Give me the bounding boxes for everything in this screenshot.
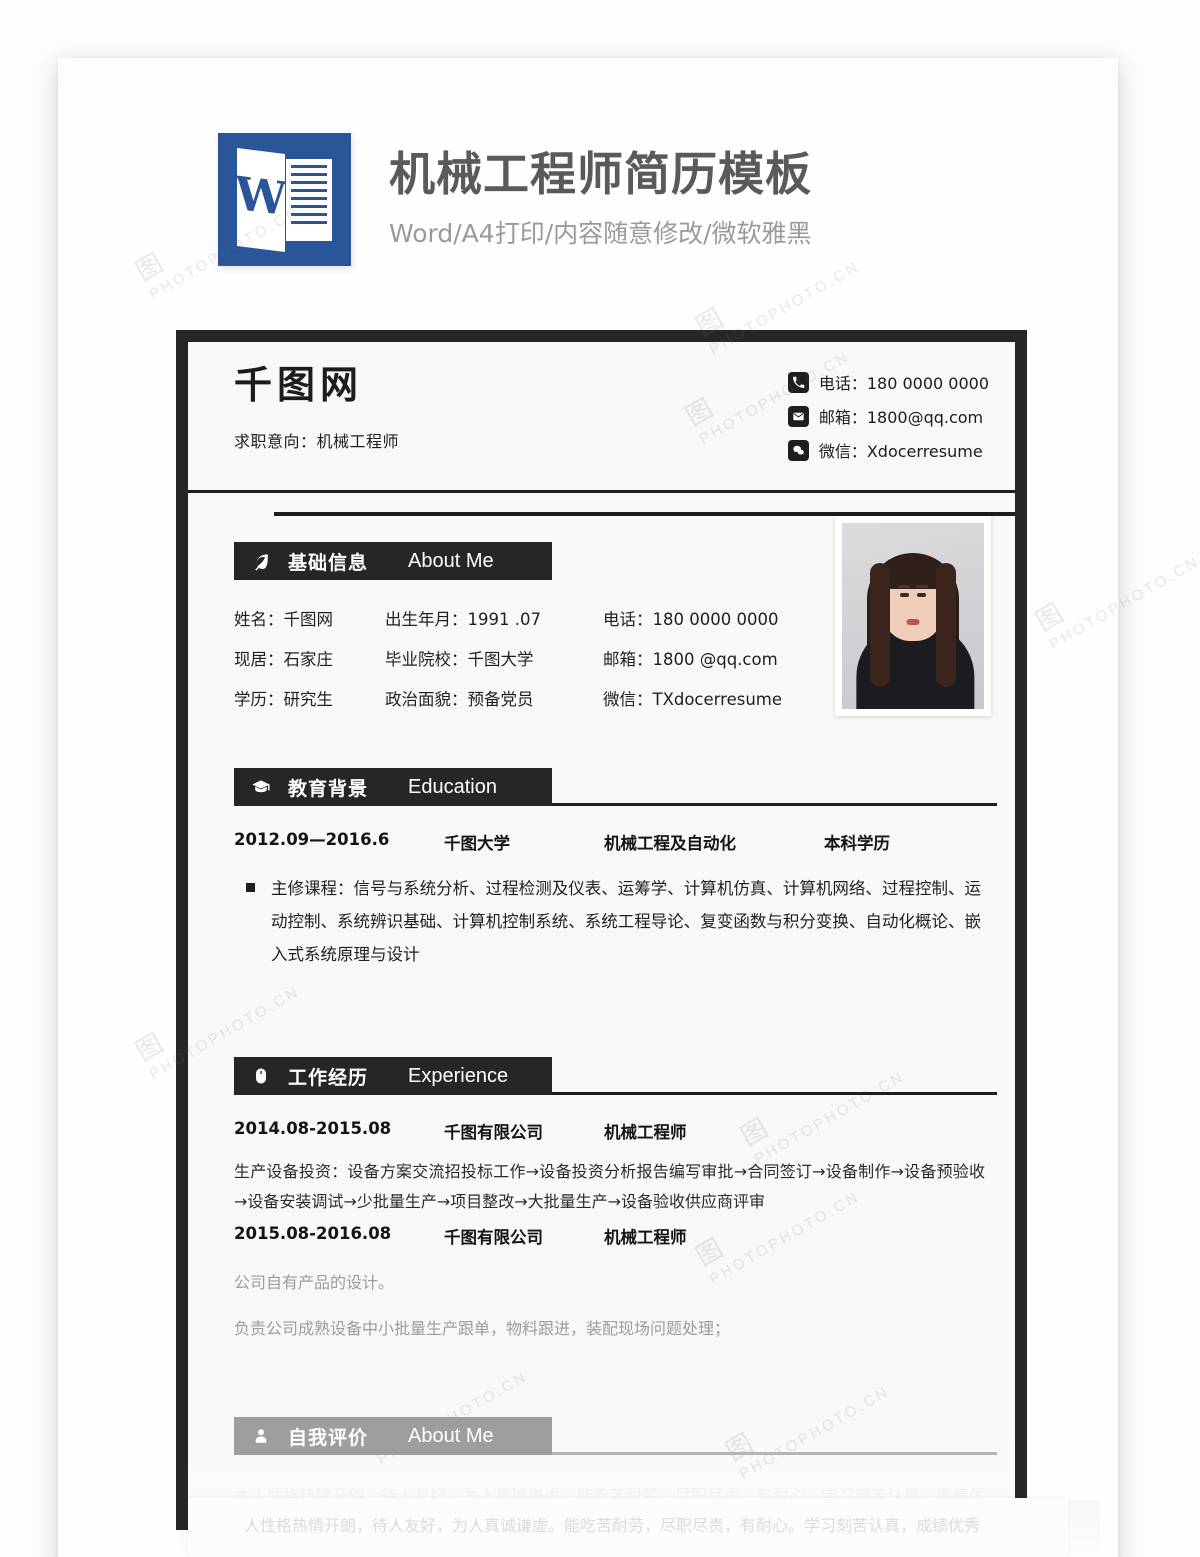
header-divider [188, 490, 1015, 493]
basics-column-3: 电话：180 0000 0000 邮箱：1800 @qq.com 微信：TXdo… [603, 606, 782, 726]
avatar [835, 516, 991, 716]
education-major: 机械工程及自动化 [604, 834, 736, 853]
section-basics-title-cn: 基础信息 [288, 551, 369, 574]
word-icon-letter: W [235, 165, 287, 227]
envelope-icon [787, 405, 809, 427]
section-experience-title-cn: 工作经历 [288, 1066, 369, 1089]
basics-field-phone: 电话：180 0000 0000 [602, 610, 779, 629]
leaf-icon [248, 552, 274, 571]
basics-field-school: 毕业院校：千图大学 [385, 650, 534, 669]
screenshot-canvas: W 机械工程师简历模板 Word/A4打印/内容随意修改/微软雅黑 千图网 求职… [0, 0, 1200, 1557]
basics-field-degree: 学历：研究生 [234, 690, 333, 709]
word-icon-page-right [286, 159, 332, 241]
page-title: 机械工程师简历模板 [389, 147, 812, 202]
section-self-eval-title-cn: 自我评价 [288, 1426, 369, 1449]
experience-2-company: 千图有限公司 [444, 1228, 543, 1248]
basics-field-political: 政治面貌：预备党员 [385, 690, 534, 709]
section-experience: 工作经历 Experience 2014.08-2015.08 千图有限公司 机… [188, 1057, 1015, 1343]
photo-eye-right [917, 593, 926, 597]
contact-list: 电话：180 0000 0000 邮箱：1800@qq.com 微信：Xdoce… [787, 366, 989, 472]
basics-field-birthdate: 出生年月：1991 .07 [385, 610, 541, 629]
wechat-icon [787, 439, 809, 461]
contact-phone-text: 电话：180 0000 0000 [818, 374, 989, 393]
education-degree: 本科学历 [824, 834, 890, 853]
photo-hair-left [870, 563, 890, 687]
next-page-preview: 人性格热情开朗，待人友好，为人真诚谦虚。能吃苦耐劳，尽职尽责，有耐心。学习刻苦认… [188, 1498, 1068, 1557]
section-education: 教育背景 Education 2012.09—2016.6 千图大学 机械工程及… [188, 768, 1015, 971]
section-education-title-cn: 教育背景 [288, 777, 369, 800]
experience-2-period: 2015.08-2016.08 [234, 1224, 392, 1244]
experience-2-role: 机械工程师 [604, 1228, 687, 1248]
photo-eye-left [900, 593, 909, 597]
section-experience-title-en: Experience [408, 1064, 509, 1087]
contact-item-wechat: 微信：Xdocerresume [787, 438, 989, 462]
resume-header: 千图网 求职意向：机械工程师 电话：180 0000 0000 邮箱：1800@… [188, 342, 1015, 490]
experience-1-role: 机械工程师 [604, 1123, 687, 1142]
list-item: 主修课程：信号与系统分析、过程检测及仪表、运筹学、计算机仿真、计算机网络、过程控… [246, 872, 981, 971]
next-page-text: 人性格热情开朗，待人友好，为人真诚谦虚。能吃苦耐劳，尽职尽责，有耐心。学习刻苦认… [244, 1516, 981, 1535]
photo-brow-right [916, 585, 928, 588]
education-entry-row: 2012.09—2016.6 千图大学 机械工程及自动化 本科学历 [188, 806, 1015, 854]
education-courses-text: 主修课程：信号与系统分析、过程检测及仪表、运筹学、计算机仿真、计算机网络、过程控… [271, 879, 981, 964]
section-experience-bar: 工作经历 Experience [234, 1057, 552, 1095]
word-document-icon: W [218, 133, 351, 266]
section-education-title-en: Education [408, 775, 497, 798]
resume-document: 千图网 求职意向：机械工程师 电话：180 0000 0000 邮箱：1800@… [176, 330, 1027, 1530]
bullet-square-icon [246, 883, 255, 892]
experience-1-company: 千图有限公司 [444, 1123, 543, 1142]
experience-entry-row-1: 2014.08-2015.08 千图有限公司 机械工程师 [188, 1095, 1015, 1143]
experience-2-description-line-1: 公司自有产品的设计。 [234, 1273, 395, 1293]
candidate-photo [842, 523, 984, 709]
education-period: 2012.09—2016.6 [234, 830, 390, 849]
section-education-bar: 教育背景 Education [234, 768, 552, 806]
basics-field-name: 姓名：千图网 [234, 610, 333, 629]
basics-column-1: 姓名：千图网 现居：石家庄 学历：研究生 [234, 606, 333, 726]
education-courses: 主修课程：信号与系统分析、过程检测及仪表、运筹学、计算机仿真、计算机网络、过程控… [188, 854, 1015, 971]
phone-icon [787, 371, 809, 393]
basics-field-wechat: 微信：TXdocerresume [602, 690, 783, 709]
experience-1-period: 2014.08-2015.08 [234, 1119, 392, 1138]
section-self-eval-bar: 自我评价 About Me [234, 1417, 552, 1456]
contact-email-text: 邮箱：1800@qq.com [818, 408, 984, 427]
experience-1-description: 生产设备投资：设备方案交流招投标工作→设备投资分析报告编写审批→合同签订→设备制… [234, 1162, 985, 1211]
mouse-icon [248, 1067, 274, 1085]
photo-brow-left [898, 585, 910, 588]
section-self-eval-title-en: About Me [408, 1424, 494, 1447]
education-school: 千图大学 [444, 834, 510, 853]
banner-text-block: 机械工程师简历模板 Word/A4打印/内容随意修改/微软雅黑 [389, 149, 812, 250]
experience-2-description-line-2: 负责公司成熟设备中小批量生产跟单，物料跟进，装配现场问题处理； [234, 1318, 731, 1338]
basics-field-city: 现居：石家庄 [234, 650, 333, 669]
section-basics-bar: 基础信息 About Me [234, 542, 552, 580]
template-banner: W 机械工程师简历模板 Word/A4打印/内容随意修改/微软雅黑 [218, 133, 812, 266]
experience-entry-row-2: 2015.08-2016.08 千图有限公司 机械工程师 [188, 1216, 1015, 1248]
contact-item-email: 邮箱：1800@qq.com [787, 404, 989, 428]
contact-wechat-text: 微信：Xdocerresume [818, 442, 983, 461]
page-subtitle: Word/A4打印/内容随意修改/微软雅黑 [389, 218, 812, 248]
job-objective: 求职意向：机械工程师 [234, 432, 400, 451]
basics-column-2: 出生年月：1991 .07 毕业院校：千图大学 政治面貌：预备党员 [385, 606, 541, 726]
graduation-cap-icon [248, 777, 274, 797]
person-icon [248, 1427, 274, 1445]
section-basics-title-en: About Me [408, 549, 494, 572]
photo-lips [906, 619, 920, 625]
contact-item-phone: 电话：180 0000 0000 [787, 370, 989, 394]
candidate-name: 千图网 [234, 363, 364, 407]
photo-hair-right [936, 563, 956, 687]
basics-field-email: 邮箱：1800 @qq.com [602, 650, 778, 669]
